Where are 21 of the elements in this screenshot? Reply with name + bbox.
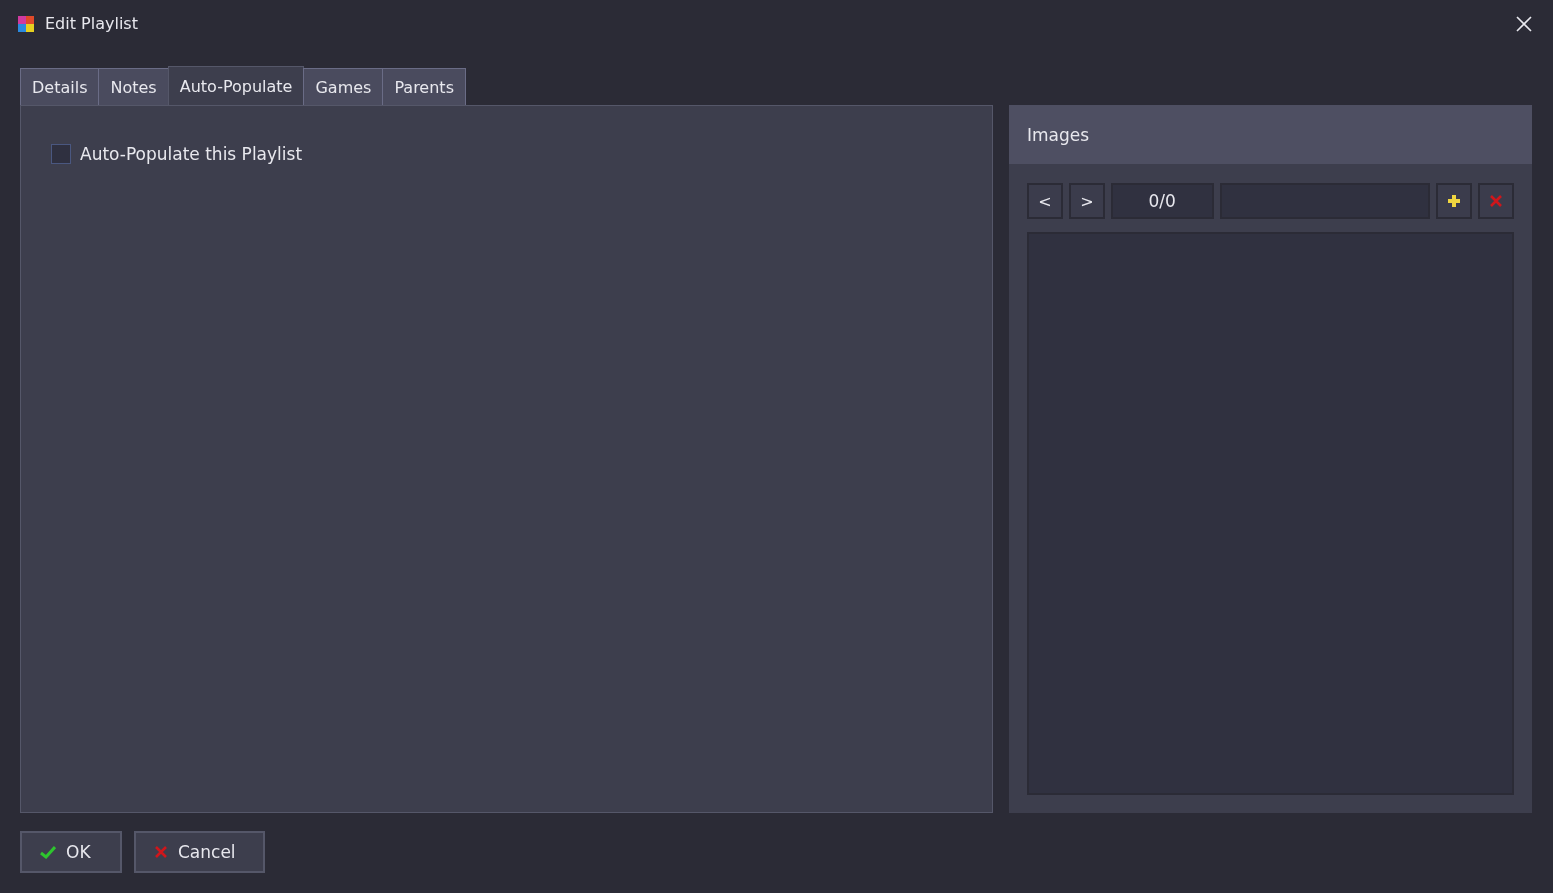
image-counter: 0/0 <box>1110 183 1214 219</box>
ok-button[interactable]: OK <box>20 831 122 873</box>
tab[interactable]: Games <box>303 68 384 105</box>
panel-header: Images <box>1009 105 1532 164</box>
previous-button[interactable]: < <box>1027 183 1063 219</box>
cross-icon <box>154 845 168 859</box>
tab[interactable]: Details <box>20 68 100 105</box>
window-title: Edit Playlist <box>45 14 139 33</box>
check-icon <box>40 845 56 859</box>
tab[interactable]: Auto-Populate <box>167 66 305 105</box>
delete-button[interactable] <box>1478 183 1514 219</box>
checkbox[interactable] <box>51 144 71 164</box>
plus-icon <box>1447 194 1462 208</box>
next-button[interactable]: > <box>1068 183 1105 219</box>
cancel-button[interactable]: Cancel <box>134 831 265 873</box>
add-button[interactable] <box>1436 183 1473 219</box>
tab[interactable]: Notes <box>98 68 169 105</box>
checkbox-label: Auto-Populate this Playlist <box>80 144 303 164</box>
app-logo-icon <box>17 14 35 33</box>
cross-icon <box>1489 194 1503 208</box>
tab[interactable]: Parents <box>382 68 466 105</box>
